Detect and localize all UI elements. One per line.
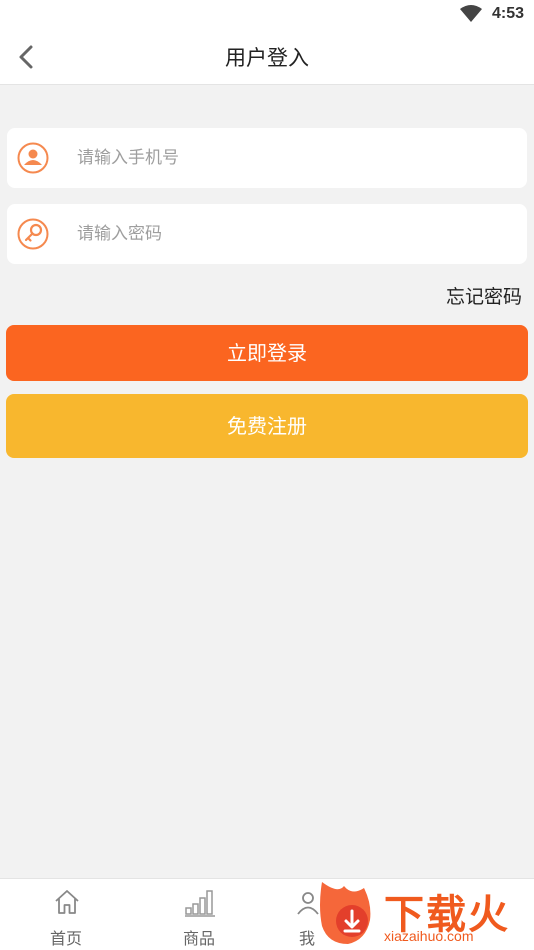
forgot-password-link[interactable]: 忘记密码 bbox=[446, 282, 522, 309]
tab-products-label: 商品 bbox=[182, 929, 215, 948]
password-input[interactable] bbox=[77, 204, 507, 264]
phone-input[interactable] bbox=[77, 128, 507, 188]
key-icon bbox=[17, 218, 49, 250]
status-time: 4:53 bbox=[491, 5, 524, 22]
status-bar: 4:53 bbox=[0, 0, 534, 30]
watermark-url: xiazaihuo.com bbox=[384, 928, 474, 944]
header: 用户登入 bbox=[0, 30, 534, 85]
user-icon bbox=[17, 142, 49, 174]
password-field[interactable] bbox=[7, 204, 527, 264]
bar-chart-icon bbox=[185, 890, 215, 917]
flame-download-icon bbox=[320, 882, 371, 944]
watermark-logo: 下载火 xiazaihuo.com bbox=[314, 878, 534, 949]
phone-field[interactable] bbox=[7, 128, 527, 188]
register-button[interactable]: 免费注册 bbox=[6, 394, 528, 458]
tab-products[interactable]: 商品 bbox=[149, 879, 249, 950]
login-button[interactable]: 立即登录 bbox=[6, 325, 528, 381]
tab-home[interactable]: 首页 bbox=[16, 879, 116, 950]
home-icon bbox=[55, 890, 79, 914]
tab-home-label: 首页 bbox=[49, 929, 82, 948]
wifi-icon bbox=[460, 5, 482, 22]
page-title: 用户登入 bbox=[225, 46, 309, 70]
